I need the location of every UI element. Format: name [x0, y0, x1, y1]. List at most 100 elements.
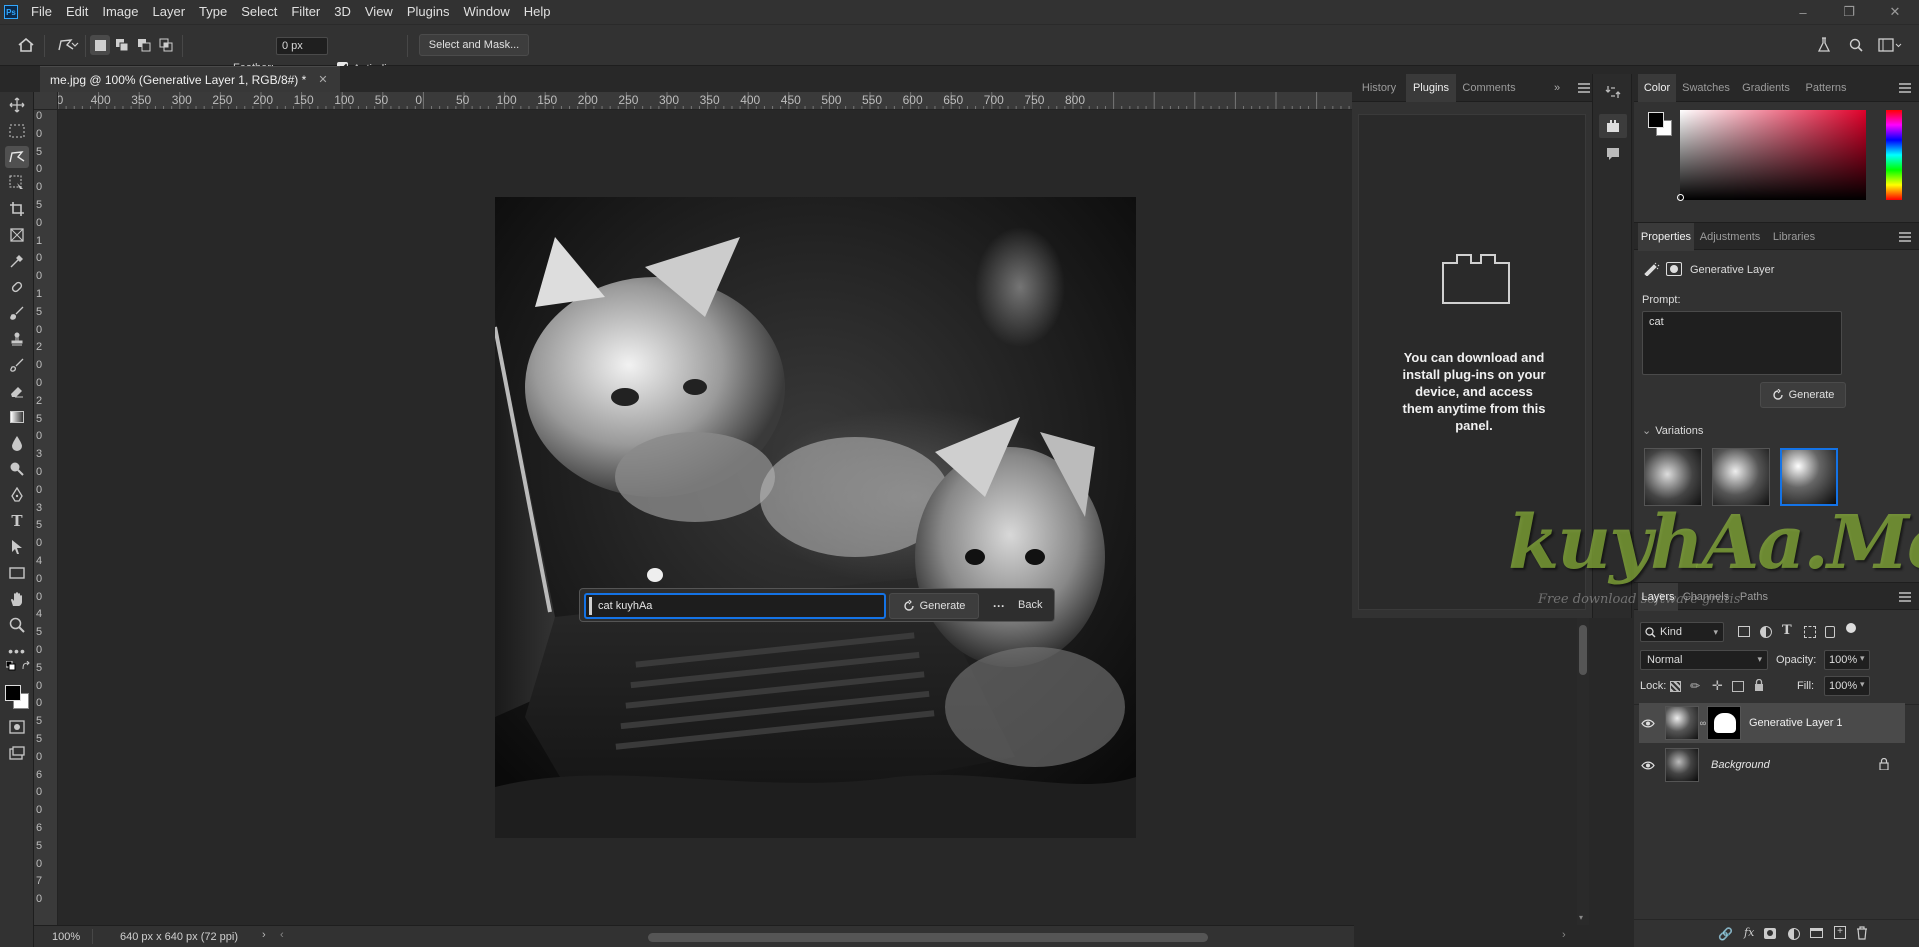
- history-panel-icon[interactable]: [1605, 84, 1621, 103]
- more-tools-icon[interactable]: •••: [5, 640, 29, 662]
- layer-style-icon[interactable]: fx: [1744, 926, 1754, 939]
- menu-file[interactable]: File: [24, 0, 59, 24]
- layer-link-icon[interactable]: ∞: [1699, 718, 1707, 728]
- comments-panel-icon[interactable]: [1605, 146, 1621, 165]
- visibility-eye-icon[interactable]: [1639, 761, 1657, 770]
- close-tab-icon[interactable]: ✕: [318, 73, 327, 86]
- rectangle-tool-icon[interactable]: [5, 562, 29, 584]
- dodge-tool-icon[interactable]: [5, 458, 29, 480]
- more-options-button[interactable]: ···: [987, 597, 1011, 615]
- healing-brush-tool-icon[interactable]: [5, 276, 29, 298]
- horizontal-scroll-thumb[interactable]: [648, 933, 1208, 942]
- new-adjustment-icon[interactable]: [1788, 928, 1800, 940]
- foreground-color-swatch[interactable]: [5, 685, 21, 701]
- intersect-selection-icon[interactable]: [156, 35, 176, 55]
- layer-row-generative[interactable]: ∞ Generative Layer 1: [1639, 703, 1905, 743]
- tab-paths[interactable]: Paths: [1734, 583, 1774, 611]
- photoshop-logo[interactable]: Ps: [4, 5, 18, 19]
- plugins-panel-icon[interactable]: [1599, 114, 1627, 138]
- lock-transparent-icon[interactable]: [1670, 681, 1681, 692]
- home-icon[interactable]: [16, 35, 36, 55]
- tab-adjustments[interactable]: Adjustments: [1696, 223, 1764, 251]
- search-icon[interactable]: [1846, 35, 1866, 55]
- lock-pixels-icon[interactable]: ✏: [1690, 679, 1700, 693]
- document-canvas-image[interactable]: [495, 197, 1136, 838]
- tab-comments[interactable]: Comments: [1458, 74, 1520, 102]
- filter-type-icon[interactable]: T: [1782, 623, 1792, 638]
- add-mask-icon[interactable]: [1764, 928, 1776, 939]
- pen-tool-icon[interactable]: [5, 484, 29, 506]
- tab-history[interactable]: History: [1354, 74, 1404, 102]
- layer-name[interactable]: Background: [1711, 759, 1770, 771]
- tab-swatches[interactable]: Swatches: [1678, 74, 1734, 102]
- hue-slider[interactable]: [1886, 110, 1902, 200]
- filter-kind-select[interactable]: Kind ▾: [1640, 622, 1724, 642]
- ruler-origin[interactable]: [34, 92, 58, 110]
- gradient-tool-icon[interactable]: [5, 406, 29, 428]
- opacity-chevron-icon[interactable]: ▾: [1860, 653, 1865, 664]
- path-selection-tool-icon[interactable]: [5, 536, 29, 558]
- select-and-mask-button[interactable]: Select and Mask...: [419, 34, 529, 56]
- menu-help[interactable]: Help: [517, 0, 558, 24]
- scroll-left-icon[interactable]: ‹: [280, 929, 284, 941]
- object-selection-tool-icon[interactable]: [5, 172, 29, 194]
- variations-toggle[interactable]: ⌄ Variations: [1642, 424, 1703, 437]
- filter-shape-icon[interactable]: [1804, 626, 1816, 638]
- filter-smart-object-icon[interactable]: [1825, 626, 1835, 638]
- back-button[interactable]: Back: [1018, 599, 1042, 611]
- menu-filter[interactable]: Filter: [284, 0, 327, 24]
- status-chevron-icon[interactable]: ›: [262, 929, 266, 941]
- properties-generate-button[interactable]: Generate: [1760, 382, 1846, 408]
- history-brush-tool-icon[interactable]: [5, 354, 29, 376]
- quick-mask-icon[interactable]: [5, 716, 29, 738]
- screen-mode-icon[interactable]: [5, 742, 29, 764]
- color-swatches[interactable]: [5, 685, 29, 709]
- lock-position-icon[interactable]: ✛: [1712, 678, 1723, 694]
- crop-tool-icon[interactable]: [5, 198, 29, 220]
- type-tool-icon[interactable]: T: [5, 510, 29, 532]
- menu-window[interactable]: Window: [456, 0, 516, 24]
- color-panel-fg-swatch[interactable]: [1648, 112, 1664, 128]
- new-selection-icon[interactable]: [90, 35, 110, 55]
- filter-adjustment-icon[interactable]: [1760, 626, 1772, 638]
- link-layers-icon[interactable]: 🔗: [1718, 927, 1733, 941]
- marquee-tool-icon[interactable]: [5, 120, 29, 142]
- hand-tool-icon[interactable]: [5, 588, 29, 610]
- ruler-horizontal[interactable]: 5040035030025020015010050050100150200250…: [58, 92, 1354, 110]
- workspace-icon[interactable]: [1876, 35, 1904, 55]
- layer-row-background[interactable]: Background: [1639, 745, 1905, 785]
- filter-pixel-icon[interactable]: [1738, 626, 1750, 637]
- menu-select[interactable]: Select: [234, 0, 284, 24]
- variation-thumbnail-1[interactable]: [1644, 448, 1702, 506]
- properties-prompt-input[interactable]: cat: [1642, 311, 1842, 375]
- blend-mode-select[interactable]: Normal ▾: [1640, 650, 1768, 670]
- menu-view[interactable]: View: [358, 0, 400, 24]
- new-layer-icon[interactable]: +: [1834, 926, 1846, 939]
- clone-stamp-tool-icon[interactable]: [5, 328, 29, 350]
- tab-plugins[interactable]: Plugins: [1406, 74, 1456, 102]
- tab-color[interactable]: Color: [1638, 74, 1676, 102]
- frame-tool-icon[interactable]: [5, 224, 29, 246]
- collapse-panel-icon[interactable]: »: [1554, 82, 1560, 94]
- zoom-tool-icon[interactable]: [5, 614, 29, 636]
- blur-tool-icon[interactable]: [5, 432, 29, 454]
- layer-mask-thumbnail[interactable]: [1707, 706, 1741, 740]
- color-panel-swatches[interactable]: [1648, 112, 1678, 142]
- tab-gradients[interactable]: Gradients: [1736, 74, 1796, 102]
- tab-patterns[interactable]: Patterns: [1798, 74, 1854, 102]
- lock-artboard-icon[interactable]: [1732, 681, 1744, 692]
- fill-chevron-icon[interactable]: ▾: [1860, 679, 1865, 690]
- move-tool-icon[interactable]: [5, 94, 29, 116]
- tab-channels[interactable]: Channels: [1680, 583, 1732, 611]
- minimize-icon[interactable]: –: [1780, 0, 1826, 24]
- close-window-icon[interactable]: ✕: [1872, 0, 1918, 24]
- new-group-icon[interactable]: [1810, 928, 1823, 938]
- flask-icon[interactable]: [1814, 35, 1834, 55]
- zoom-level[interactable]: 100%: [52, 931, 80, 943]
- tab-layers[interactable]: Layers: [1638, 583, 1678, 611]
- lasso-tool-icon[interactable]: [5, 146, 29, 168]
- brush-tool-icon[interactable]: [5, 302, 29, 324]
- generate-button[interactable]: Generate: [889, 593, 979, 619]
- visibility-eye-icon[interactable]: [1639, 719, 1657, 728]
- menu-type[interactable]: Type: [192, 0, 234, 24]
